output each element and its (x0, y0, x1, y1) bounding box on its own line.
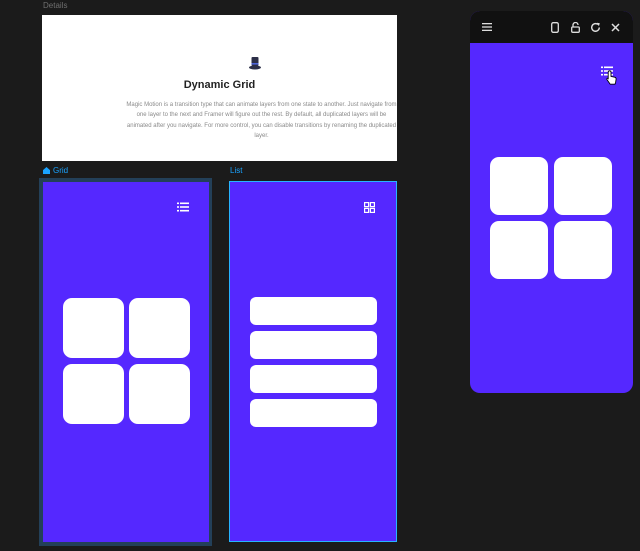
grid-tile (554, 221, 612, 279)
grid-tile (129, 364, 190, 424)
reload-icon[interactable] (588, 20, 602, 34)
home-icon (43, 167, 50, 174)
details-frame[interactable]: Dynamic Grid Magic Motion is a transitio… (42, 15, 397, 161)
unlock-icon[interactable] (568, 20, 582, 34)
list-screen[interactable] (229, 181, 397, 542)
grid-frame-label-text: Grid (53, 166, 69, 175)
preview-window[interactable] (470, 11, 633, 393)
list-frame-label[interactable]: List (230, 166, 242, 175)
list-icon[interactable] (177, 202, 189, 212)
preview-toolbar (470, 11, 633, 43)
grid-tile (63, 298, 124, 358)
grid-tile (554, 157, 612, 215)
top-hat-icon (249, 57, 261, 70)
details-description: Magic Motion is a transition type that c… (126, 102, 397, 139)
grid-screen[interactable] (43, 182, 209, 542)
list-row (250, 399, 377, 427)
close-icon[interactable] (608, 20, 622, 34)
grid-tile (63, 364, 124, 424)
list-row (250, 331, 377, 359)
details-title: Dynamic Grid (183, 79, 256, 91)
grid-icon[interactable] (364, 202, 375, 213)
grid-tile (490, 221, 548, 279)
grid-tile (490, 157, 548, 215)
grid-frame-label[interactable]: Grid (43, 166, 68, 175)
list-row (250, 297, 377, 325)
grid-tile (129, 298, 190, 358)
hamburger-menu-icon[interactable] (480, 20, 494, 34)
list-row (250, 365, 377, 393)
phone-device-icon[interactable] (548, 20, 562, 34)
details-frame-label[interactable]: Details (43, 1, 67, 10)
pointer-cursor-icon (606, 70, 617, 85)
